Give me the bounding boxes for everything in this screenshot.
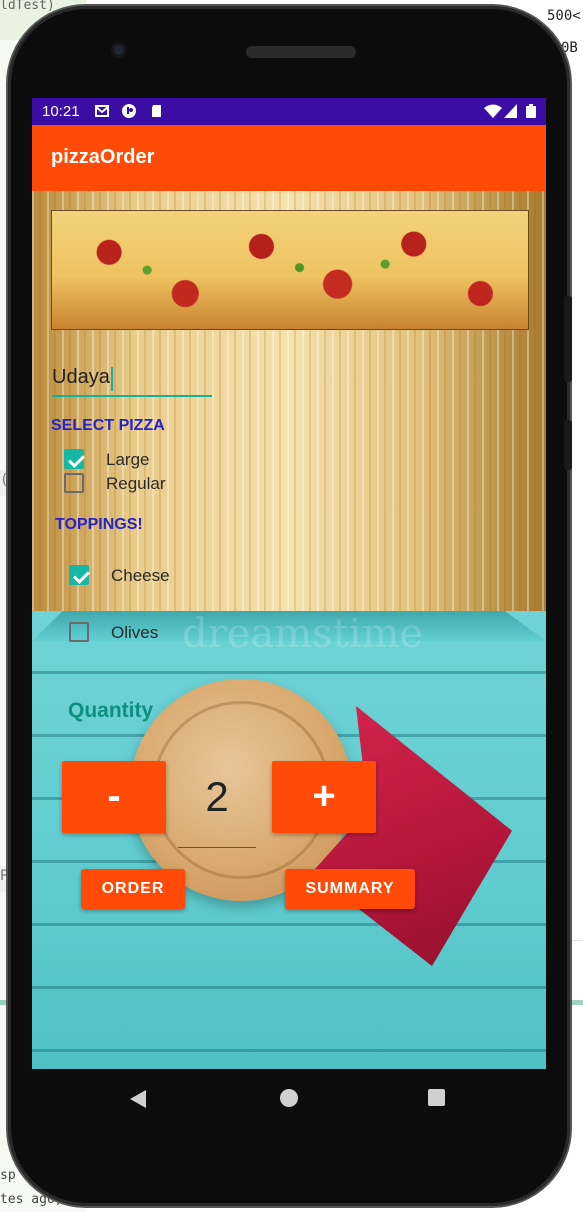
home-icon[interactable] (280, 1089, 298, 1107)
olives-checkbox[interactable] (69, 622, 89, 642)
battery-icon (526, 104, 536, 118)
text-cursor (111, 367, 113, 391)
volume-button[interactable] (564, 296, 572, 382)
select-pizza-heading: SELECT PIZZA (51, 417, 165, 434)
power-button[interactable] (564, 420, 572, 470)
front-camera (111, 42, 127, 58)
increment-button[interactable]: + (272, 761, 376, 833)
wifi-icon (484, 104, 502, 118)
watermark: dreamstime (182, 611, 424, 657)
large-label[interactable]: Large (106, 450, 149, 470)
code-line: 500< (547, 8, 581, 24)
summary-button[interactable]: SUMMARY (285, 869, 415, 909)
earpiece-speaker (246, 46, 356, 58)
app-title: pizzaOrder (51, 146, 155, 168)
ide-tab-label: ldTest) (0, 0, 55, 13)
gmail-icon (95, 105, 109, 117)
name-input[interactable]: Udaya (52, 366, 110, 389)
quantity-label: Quantity (68, 699, 154, 722)
large-checkbox[interactable] (64, 449, 84, 469)
regular-checkbox[interactable] (64, 473, 84, 493)
sd-card-icon (152, 105, 161, 117)
order-button[interactable]: ORDER (81, 869, 185, 909)
account-icon (122, 104, 136, 118)
cheese-label[interactable]: Cheese (111, 566, 170, 586)
decrement-button[interactable]: - (62, 761, 166, 833)
ide-bottom-line-1: sp (0, 1168, 16, 1183)
quantity-value: 2 (205, 773, 229, 820)
recents-icon[interactable] (428, 1089, 445, 1106)
cheese-checkbox[interactable] (69, 565, 89, 585)
status-bar: 10:21 (32, 98, 546, 125)
toppings-heading: TOPPINGS! (55, 516, 143, 533)
device-screen: 10:21 pizzaOrder dreamstime Udaya SELECT… (32, 98, 546, 1069)
pizza-banner-image (51, 210, 529, 330)
status-time: 10:21 (42, 103, 80, 120)
app-toolbar: pizzaOrder (32, 125, 546, 191)
signal-icon (504, 104, 517, 118)
regular-label[interactable]: Regular (106, 474, 166, 494)
quantity-underline (178, 847, 256, 848)
name-input-underline (52, 395, 212, 397)
back-icon[interactable] (130, 1090, 146, 1108)
olives-label[interactable]: Olives (111, 623, 158, 643)
order-form: dreamstime Udaya SELECT PIZZA Large Regu… (32, 191, 546, 1069)
